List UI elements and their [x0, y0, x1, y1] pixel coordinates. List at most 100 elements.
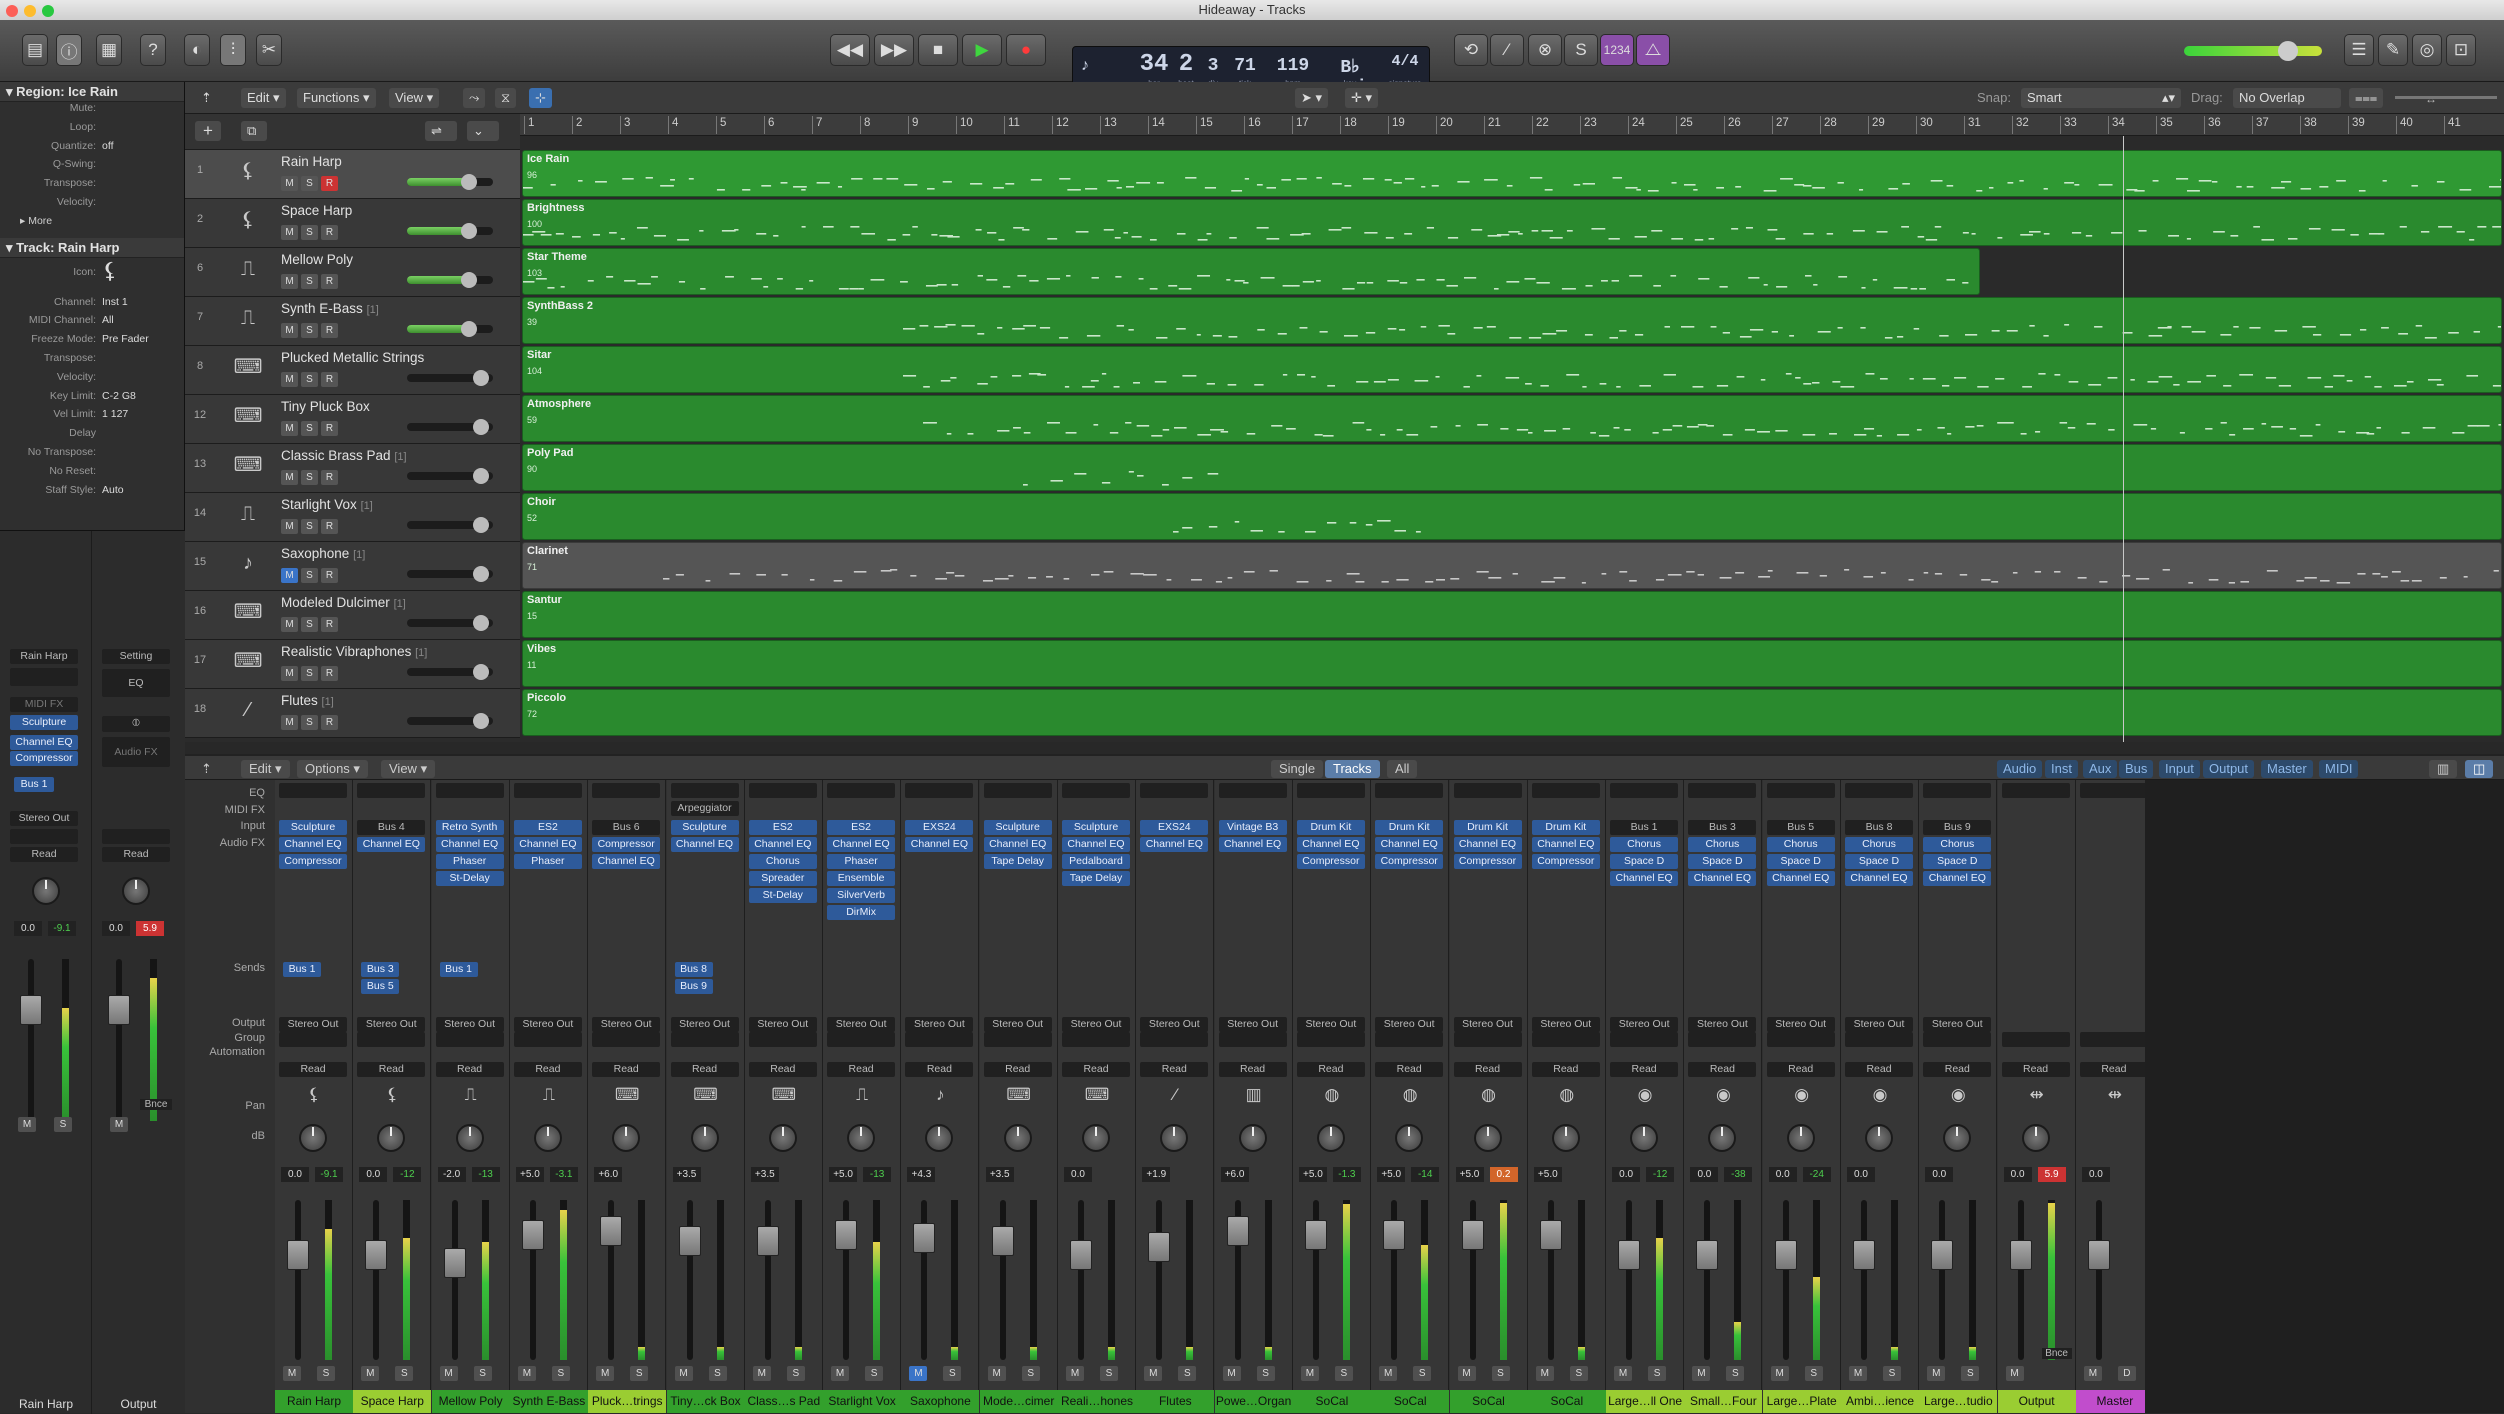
- view-single[interactable]: Single: [1271, 760, 1324, 778]
- group-slot[interactable]: [983, 1032, 1052, 1047]
- input-slot[interactable]: Sculpture: [279, 820, 347, 835]
- flex-button[interactable]: ⊹: [529, 88, 552, 108]
- mute-button[interactable]: M: [1535, 1366, 1554, 1381]
- volume-fader[interactable]: [1148, 1200, 1171, 1360]
- audio-fx-slot[interactable]: Chorus: [1845, 837, 1913, 852]
- pan-knob[interactable]: [1238, 1124, 1267, 1152]
- group-slot[interactable]: [1766, 1032, 1835, 1047]
- volume-fader[interactable]: [287, 1200, 309, 1360]
- track-header[interactable]: 6 ⎍ Mellow Poly MSR: [185, 248, 520, 297]
- pan-knob[interactable]: [925, 1124, 954, 1152]
- solo-button[interactable]: S: [301, 323, 318, 338]
- fader-knob[interactable]: [835, 1220, 858, 1250]
- automation-slot[interactable]: Read: [1453, 1062, 1522, 1077]
- output-slot[interactable]: Stereo Out: [435, 1017, 504, 1032]
- fast-forward-button[interactable]: ▶▶: [874, 34, 914, 66]
- pan-knob[interactable]: [1160, 1124, 1189, 1152]
- strip-name[interactable]: Output: [92, 1397, 185, 1411]
- audio-fx-slot[interactable]: Channel EQ: [983, 837, 1052, 852]
- setting-button[interactable]: Setting: [102, 649, 170, 664]
- strip-name[interactable]: Output: [1997, 1390, 2076, 1413]
- synth-icon[interactable]: ⎍: [233, 499, 263, 529]
- fader-knob[interactable]: [1774, 1240, 1797, 1270]
- volume-fader[interactable]: [365, 1200, 388, 1360]
- solo-button[interactable]: S: [1413, 1366, 1432, 1381]
- catch-button[interactable]: ⤳: [463, 88, 486, 108]
- keyboard-icon[interactable]: ⌨: [233, 597, 263, 627]
- mute-button[interactable]: M: [281, 715, 298, 730]
- inspector-button[interactable]: ⓘ: [56, 34, 82, 66]
- automation-slot[interactable]: Read: [435, 1062, 504, 1077]
- keyboard-icon[interactable]: ⌨: [233, 450, 263, 480]
- eq-thumbnail[interactable]: [905, 783, 974, 798]
- mixer-back-button[interactable]: ⇡: [193, 760, 220, 778]
- track-name[interactable]: Space Harp: [281, 203, 352, 218]
- output-slot[interactable]: Stereo Out: [357, 1017, 426, 1032]
- strip-name[interactable]: Pluck…trings: [588, 1390, 667, 1413]
- audio-fx-slot[interactable]: Channel EQ: [435, 837, 504, 852]
- add-track-button[interactable]: +: [195, 121, 221, 141]
- automation-slot[interactable]: Read: [10, 847, 78, 862]
- track-header[interactable]: 8 ⌨ Plucked Metallic Strings MSR: [185, 346, 520, 395]
- audio-fx-slot[interactable]: Channel EQ: [279, 837, 347, 852]
- solo-button[interactable]: S: [301, 372, 318, 387]
- input-slot[interactable]: Bus 5: [1766, 820, 1835, 835]
- mixer-layout-wide[interactable]: ◫: [2465, 760, 2494, 778]
- volume-readout[interactable]: 0.0: [1064, 1167, 1092, 1182]
- mixer-menu-view[interactable]: View ▾: [381, 760, 436, 778]
- mute-button[interactable]: M: [361, 1366, 380, 1381]
- group-slot[interactable]: [2079, 1032, 2148, 1047]
- mixer-layout-narrow[interactable]: ▥: [2429, 760, 2458, 778]
- mute-button[interactable]: M: [1144, 1366, 1163, 1381]
- fader-knob[interactable]: [1383, 1220, 1406, 1250]
- strip-name[interactable]: Starlight Vox: [823, 1390, 902, 1413]
- group-slot[interactable]: [670, 1032, 739, 1047]
- keyboard-icon[interactable]: ⌨: [771, 1082, 797, 1108]
- automation-slot[interactable]: Read: [1296, 1062, 1365, 1077]
- audio-fx-slot[interactable]: Channel EQ: [1688, 871, 1757, 886]
- solo-button[interactable]: S: [1021, 1366, 1040, 1381]
- group-slot[interactable]: [1296, 1032, 1365, 1047]
- audio-fx-slot[interactable]: Phaser: [827, 854, 896, 869]
- volume-readout[interactable]: +3.5: [672, 1167, 701, 1182]
- audio-fx-slot[interactable]: Chorus: [748, 854, 817, 869]
- track-param-row[interactable]: Transpose:: [0, 352, 184, 371]
- saxophone-icon[interactable]: ♪: [233, 548, 263, 578]
- volume-readout[interactable]: 0.0: [2003, 1167, 2032, 1182]
- audio-fx-slot[interactable]: Tape Delay: [1062, 871, 1130, 886]
- midi-region[interactable]: Choir 52: [522, 493, 2502, 540]
- mute-button[interactable]: M: [1066, 1366, 1084, 1381]
- minimize-window-button[interactable]: [24, 5, 36, 17]
- drum-icon[interactable]: ◍: [1319, 1082, 1345, 1108]
- automation-slot[interactable]: Read: [1688, 1062, 1757, 1077]
- midi-region[interactable]: Sitar 104: [522, 346, 2502, 393]
- audio-fx-slot[interactable]: Ensemble: [827, 871, 896, 886]
- solo-button[interactable]: S: [301, 617, 318, 632]
- strip-name[interactable]: Rain Harp: [275, 1390, 353, 1413]
- record-enable-button[interactable]: R: [321, 568, 338, 583]
- eq-thumbnail[interactable]: [2001, 783, 2070, 798]
- solo-button[interactable]: S: [1334, 1366, 1353, 1381]
- strip-name[interactable]: Ambi…ience: [1841, 1390, 1919, 1413]
- mute-button[interactable]: M: [1300, 1366, 1319, 1381]
- pan-knob[interactable]: [32, 877, 60, 905]
- lcd-signature[interactable]: 4/4: [1383, 53, 1427, 70]
- param-value[interactable]: Inst 1: [102, 296, 128, 308]
- fader-knob[interactable]: [2009, 1240, 2032, 1270]
- audio-fx-slot[interactable]: Compressor: [1453, 854, 1522, 869]
- fader-knob[interactable]: [521, 1220, 544, 1250]
- strip-name[interactable]: Large…ll One: [1606, 1390, 1685, 1413]
- track-param-row[interactable]: Delay: [0, 427, 184, 446]
- filter-aux[interactable]: Aux: [2083, 760, 2118, 778]
- solo-button[interactable]: S: [301, 568, 318, 583]
- send-slot[interactable]: Bus 1: [283, 962, 321, 977]
- audio-fx-slot[interactable]: Channel EQ: [513, 837, 582, 852]
- track-param-row[interactable]: No Reset:: [0, 465, 184, 484]
- solo-button[interactable]: ⊗: [1528, 34, 1562, 66]
- input-slot[interactable]: Retro Synth: [435, 820, 504, 835]
- solo-button[interactable]: S: [301, 470, 318, 485]
- send-slot[interactable]: Bus 1: [14, 777, 54, 792]
- midi-region[interactable]: Poly Pad 90: [522, 444, 2502, 491]
- send-slot[interactable]: Bus 9: [674, 979, 713, 994]
- track-volume-slider[interactable]: [407, 615, 493, 631]
